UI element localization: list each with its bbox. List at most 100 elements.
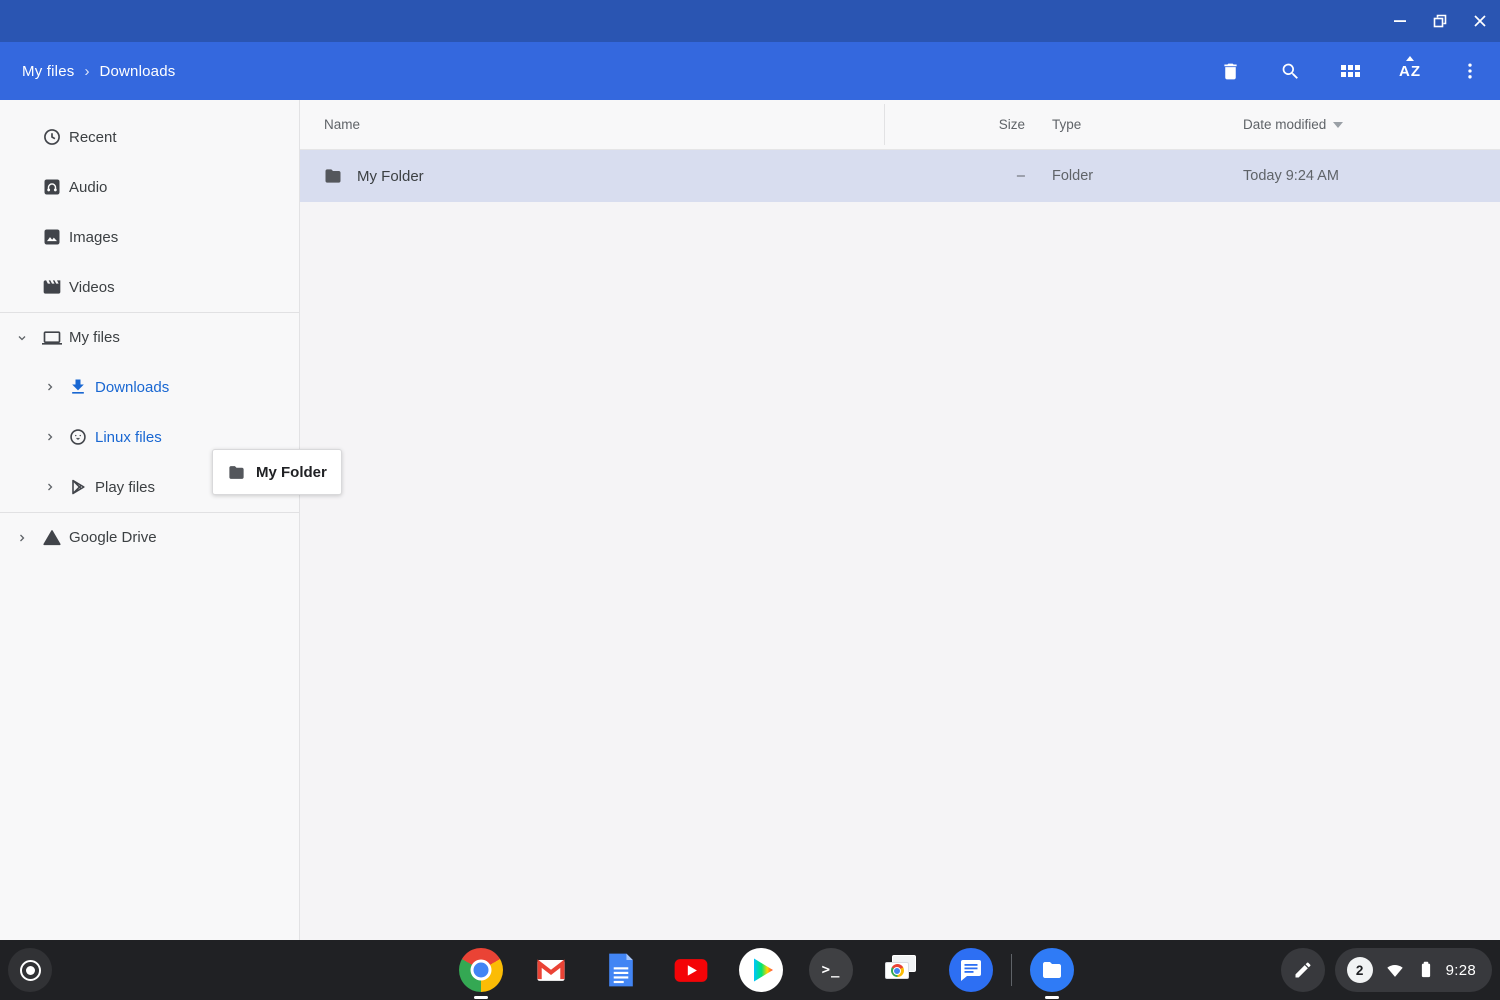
penguin-icon xyxy=(68,427,88,447)
search-button[interactable] xyxy=(1260,42,1320,100)
chevron-right-icon[interactable] xyxy=(44,431,56,443)
stylus-icon xyxy=(1293,960,1313,980)
drag-chip[interactable]: My Folder xyxy=(212,449,342,495)
list-header: Name Size Type Date modified xyxy=(300,100,1500,150)
app-chrome[interactable] xyxy=(459,948,503,992)
grid-view-icon xyxy=(1341,65,1360,77)
app-terminal[interactable]: >_ xyxy=(809,948,853,992)
sidebar-item-audio[interactable]: Audio xyxy=(0,162,299,212)
notification-count: 2 xyxy=(1356,963,1364,978)
sidebar-item-label: Linux files xyxy=(95,429,162,446)
headphones-icon xyxy=(42,177,62,197)
notification-badge: 2 xyxy=(1347,957,1373,983)
drag-chip-label: My Folder xyxy=(256,464,327,481)
grid-view-button[interactable] xyxy=(1320,42,1380,100)
photo-icon xyxy=(42,227,62,247)
sidebar-item-label: Videos xyxy=(69,279,115,296)
column-header-size[interactable]: Size xyxy=(905,117,1025,132)
app-play-store[interactable] xyxy=(739,948,783,992)
clock: 9:28 xyxy=(1446,962,1476,979)
close-button[interactable] xyxy=(1460,0,1500,42)
drive-icon xyxy=(42,528,62,548)
sidebar-item-images[interactable]: Images xyxy=(0,212,299,262)
minimize-button[interactable] xyxy=(1380,0,1420,42)
file-name: My Folder xyxy=(357,168,424,185)
sidebar-item-my-files[interactable]: My files xyxy=(0,312,299,362)
status-area: 2 9:28 xyxy=(1281,948,1492,992)
remote-desktop-icon xyxy=(879,948,923,992)
play-icon xyxy=(68,477,88,497)
file-list: Name Size Type Date modified My Folder –… xyxy=(300,100,1500,940)
status-tray[interactable]: 2 9:28 xyxy=(1335,948,1492,992)
close-icon xyxy=(1472,13,1488,29)
terminal-icon: >_ xyxy=(809,948,853,992)
minimize-icon xyxy=(1392,13,1408,29)
sidebar: Recent Audio Images Videos xyxy=(0,100,300,940)
table-row[interactable]: My Folder – Folder Today 9:24 AM xyxy=(300,150,1500,202)
chevron-down-icon[interactable] xyxy=(16,332,28,344)
column-header-label: Date modified xyxy=(1243,117,1326,132)
folder-icon xyxy=(323,166,343,186)
restore-button[interactable] xyxy=(1420,0,1460,42)
app-remote-desktop[interactable] xyxy=(879,948,923,992)
more-icon xyxy=(1460,61,1480,81)
app-youtube[interactable] xyxy=(669,948,713,992)
sidebar-item-label: Play files xyxy=(95,479,155,496)
shelf-divider xyxy=(1011,954,1012,986)
messages-icon xyxy=(949,948,993,992)
sort-az-icon: AZ xyxy=(1399,64,1421,79)
breadcrumb-downloads[interactable]: Downloads xyxy=(99,63,175,80)
file-type: Folder xyxy=(1025,168,1243,184)
chrome-icon xyxy=(459,948,503,992)
gmail-icon xyxy=(531,950,571,990)
file-name-cell: My Folder xyxy=(300,166,905,186)
sidebar-item-recent[interactable]: Recent xyxy=(0,112,299,162)
clapperboard-icon xyxy=(42,277,62,297)
column-header-name[interactable]: Name xyxy=(300,117,905,132)
sidebar-item-downloads[interactable]: Downloads xyxy=(0,362,299,412)
launcher-button[interactable] xyxy=(8,948,52,992)
app-docs[interactable] xyxy=(599,948,643,992)
shelf: >_ xyxy=(0,940,1500,1000)
running-indicator xyxy=(474,996,488,999)
sidebar-item-label: Downloads xyxy=(95,379,169,396)
column-header-type[interactable]: Type xyxy=(1025,117,1243,132)
file-date-modified: Today 9:24 AM xyxy=(1243,168,1500,184)
shelf-apps: >_ xyxy=(446,940,1087,1000)
sidebar-item-label: Images xyxy=(69,229,118,246)
sort-button[interactable]: AZ xyxy=(1380,42,1440,100)
youtube-icon xyxy=(671,950,711,990)
sort-direction-icon xyxy=(1333,122,1343,128)
column-header-date-modified[interactable]: Date modified xyxy=(1243,117,1500,132)
title-bar xyxy=(0,0,1500,42)
breadcrumb: My files › Downloads xyxy=(22,63,175,80)
search-icon xyxy=(1280,61,1301,82)
launcher-icon xyxy=(20,960,41,981)
stylus-button[interactable] xyxy=(1281,948,1325,992)
sidebar-item-videos[interactable]: Videos xyxy=(0,262,299,312)
restore-icon xyxy=(1432,13,1448,29)
delete-button[interactable] xyxy=(1200,42,1260,100)
chevron-right-icon[interactable] xyxy=(44,481,56,493)
breadcrumb-separator-icon: › xyxy=(84,63,89,80)
app-messages[interactable] xyxy=(949,948,993,992)
docs-icon xyxy=(601,950,641,990)
clock-icon xyxy=(42,127,62,147)
window-controls xyxy=(1380,0,1500,42)
battery-icon xyxy=(1417,958,1435,982)
column-divider xyxy=(884,104,885,145)
files-app-window: My files › Downloads AZ xyxy=(0,0,1500,1000)
file-size: – xyxy=(905,168,1025,184)
sidebar-item-label: Recent xyxy=(69,129,117,146)
folder-icon xyxy=(227,463,246,482)
breadcrumb-my-files[interactable]: My files xyxy=(22,63,74,80)
app-gmail[interactable] xyxy=(529,948,573,992)
sidebar-item-label: My files xyxy=(69,329,120,346)
app-files[interactable] xyxy=(1030,948,1074,992)
more-options-button[interactable] xyxy=(1440,42,1500,100)
chevron-right-icon[interactable] xyxy=(44,381,56,393)
sidebar-item-google-drive[interactable]: Google Drive xyxy=(0,512,299,562)
wifi-icon xyxy=(1384,959,1406,981)
sidebar-item-label: Audio xyxy=(69,179,107,196)
chevron-right-icon[interactable] xyxy=(16,532,28,544)
